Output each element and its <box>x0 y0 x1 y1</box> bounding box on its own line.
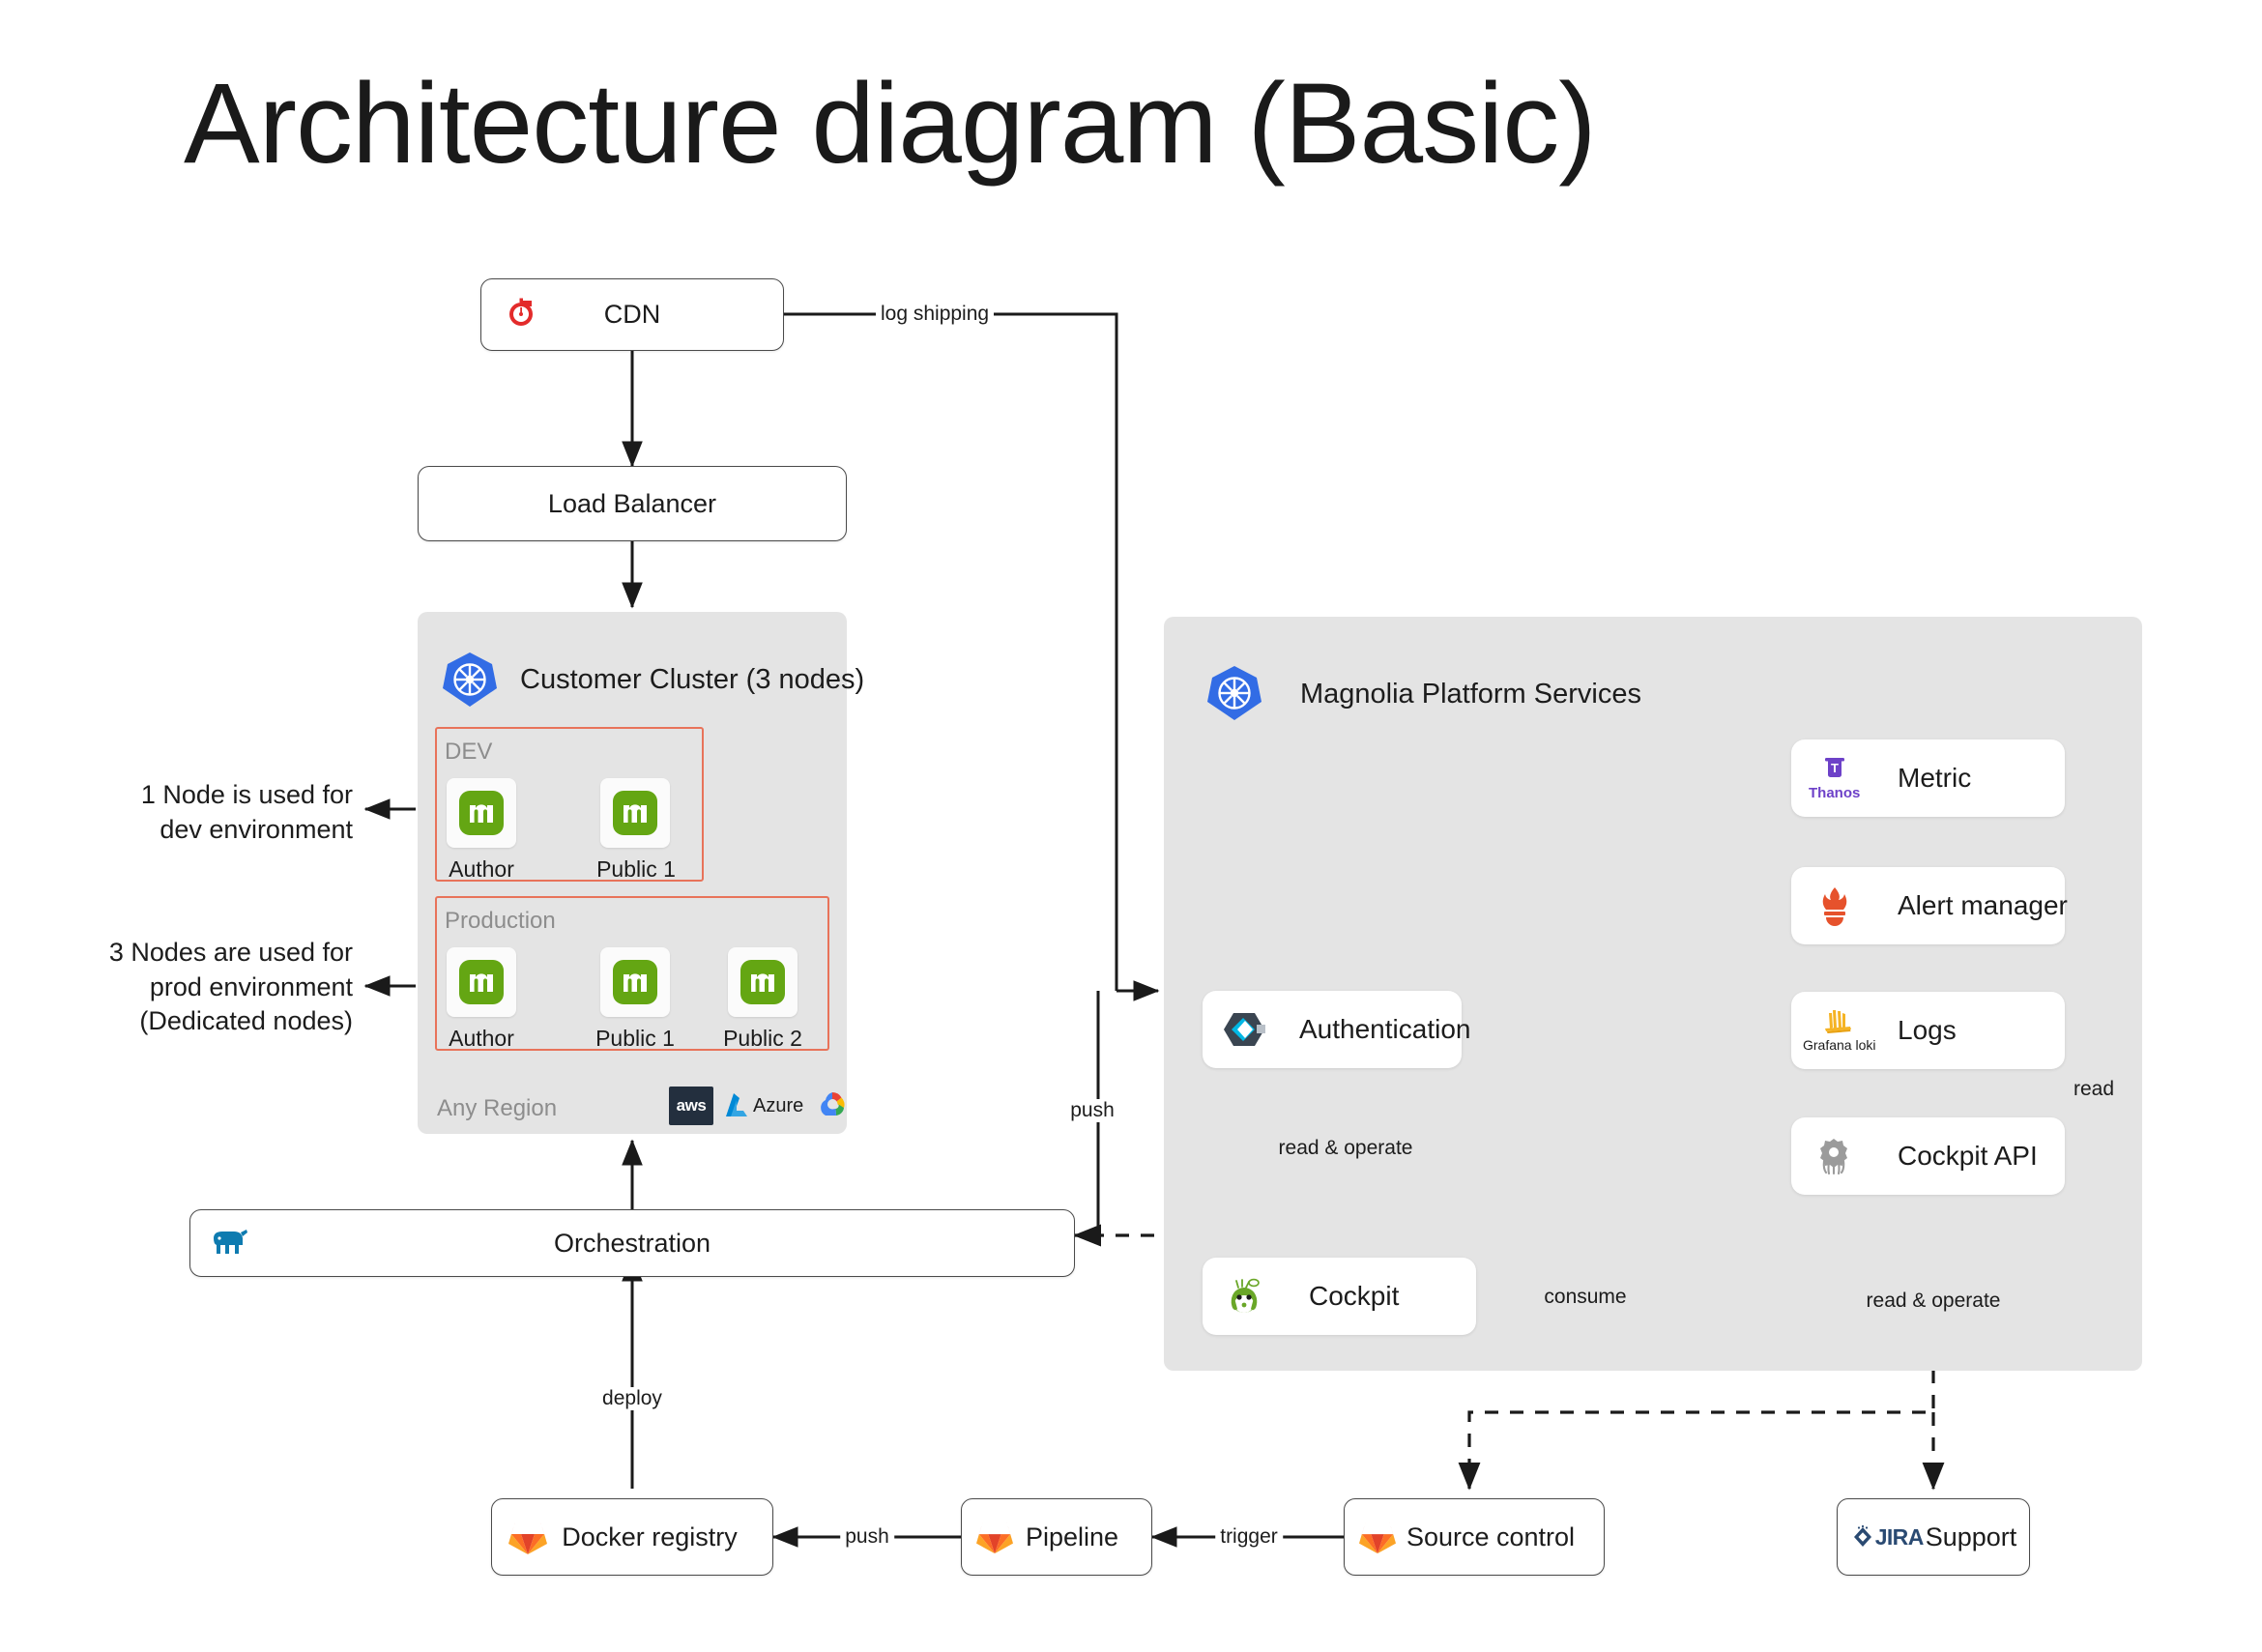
fastly-icon <box>501 295 541 335</box>
edge-label-read-operate-api: read & operate <box>1861 1290 2006 1313</box>
service-authentication[interactable]: Authentication <box>1203 991 1470 1068</box>
node-source-control-label: Source control <box>1406 1522 1576 1551</box>
magnolia-icon <box>613 791 657 835</box>
annotation-dev-nodes: 1 Node is used for dev environment <box>140 780 353 844</box>
service-metric-label: Metric <box>1898 763 1972 793</box>
cockpit-icon <box>1224 1275 1264 1318</box>
edge-label-push-registry: push <box>840 1525 894 1549</box>
cluster-node-dev-author[interactable] <box>447 778 516 848</box>
cockpit-api-icon <box>1812 1135 1855 1177</box>
magnolia-icon <box>613 960 657 1004</box>
magnolia-icon <box>740 960 785 1004</box>
node-support-label: Support <box>1925 1522 2017 1551</box>
cluster-node-prod-public1[interactable] <box>600 947 670 1017</box>
azure-label: Azure <box>753 1094 804 1116</box>
cloud-provider-logos: aws Azure <box>669 1087 851 1125</box>
annotation-prod-nodes: 3 Nodes are used for prod environment (D… <box>108 938 353 1036</box>
service-logs[interactable]: Grafana loki Logs <box>1791 992 2065 1069</box>
gitlab-icon <box>975 1519 1014 1555</box>
edge-label-log-shipping: log shipping <box>876 303 995 326</box>
node-orchestration-label: Orchestration <box>553 1228 711 1258</box>
thanos-icon: T Thanos <box>1809 755 1860 801</box>
node-load-balancer[interactable]: Load Balancer <box>418 466 847 541</box>
gitlab-icon <box>508 1518 548 1556</box>
edge-label-consume: consume <box>1539 1286 1632 1309</box>
authentication-icon <box>1222 1010 1268 1049</box>
edge-label-deploy: deploy <box>597 1387 667 1410</box>
kubernetes-icon-platform <box>1204 663 1264 728</box>
thanos-wordmark: Thanos <box>1809 785 1861 801</box>
prometheus-icon <box>1816 885 1853 926</box>
node-cdn[interactable]: CDN <box>480 278 784 351</box>
service-metric[interactable]: T Thanos Metric <box>1791 739 2065 817</box>
node-source-control[interactable]: Source control <box>1344 1498 1605 1576</box>
jira-icon: JIRA <box>1850 1524 1924 1551</box>
pulumi-elephant-icon <box>208 1227 250 1260</box>
gitlab-icon <box>1358 1519 1397 1555</box>
edge-label-read-operate-auth: read & operate <box>1273 1137 1418 1160</box>
svg-text:T: T <box>1831 761 1839 775</box>
aws-icon: aws <box>669 1087 713 1125</box>
service-authentication-label: Authentication <box>1299 1014 1471 1044</box>
magnolia-icon <box>459 960 504 1004</box>
node-docker-registry-label: Docker registry <box>562 1522 738 1551</box>
edge-label-read: read <box>2068 1078 2120 1101</box>
cluster-node-prod-public2-label: Public 2 <box>723 1026 802 1051</box>
magnolia-platform-title: Magnolia Platform Services <box>1300 679 1641 710</box>
loki-wordmark: Grafana loki <box>1803 1037 1876 1053</box>
service-cockpit-label: Cockpit <box>1309 1281 1400 1311</box>
edge-label-push-cdn: push <box>1065 1099 1119 1122</box>
node-load-balancer-label: Load Balancer <box>547 488 717 518</box>
cluster-node-dev-public1[interactable] <box>600 778 670 848</box>
edge-label-trigger: trigger <box>1215 1525 1283 1549</box>
subgroup-dev-title: DEV <box>445 739 493 765</box>
node-pipeline[interactable]: Pipeline <box>961 1498 1152 1576</box>
magnolia-icon <box>459 791 504 835</box>
cluster-node-dev-author-label: Author <box>449 856 514 882</box>
service-cockpit-api[interactable]: Cockpit API <box>1791 1117 2065 1195</box>
cluster-node-prod-author[interactable] <box>447 947 516 1017</box>
node-cdn-label: CDN <box>603 300 661 329</box>
node-support[interactable]: JIRA Support <box>1837 1498 2030 1576</box>
cluster-node-prod-public2[interactable] <box>728 947 798 1017</box>
any-region-label: Any Region <box>437 1095 558 1121</box>
subgroup-production-title: Production <box>445 908 556 934</box>
diagram-canvas: Architecture diagram (Basic) CDN Load Ba… <box>0 0 2262 1652</box>
azure-icon: Azure <box>724 1091 803 1120</box>
node-orchestration[interactable]: Orchestration <box>189 1209 1075 1277</box>
service-logs-label: Logs <box>1898 1015 1957 1045</box>
service-cockpit[interactable]: Cockpit <box>1203 1258 1476 1335</box>
service-alert-manager-label: Alert manager <box>1898 890 2068 920</box>
service-cockpit-api-label: Cockpit API <box>1898 1141 2038 1171</box>
grafana-loki-icon: Grafana loki <box>1803 1008 1875 1053</box>
node-docker-registry[interactable]: Docker registry <box>491 1498 773 1576</box>
cluster-node-prod-public1-label: Public 1 <box>595 1026 675 1051</box>
cluster-node-dev-public1-label: Public 1 <box>596 856 676 882</box>
aws-label: aws <box>676 1096 707 1115</box>
jira-wordmark: JIRA <box>1874 1523 1925 1550</box>
service-alert-manager[interactable]: Alert manager <box>1791 867 2068 944</box>
node-pipeline-label: Pipeline <box>1025 1522 1119 1551</box>
kubernetes-icon-cluster <box>440 650 500 714</box>
google-cloud-icon <box>814 1088 851 1124</box>
cluster-node-prod-author-label: Author <box>449 1026 514 1051</box>
customer-cluster-title: Customer Cluster (3 nodes) <box>520 664 865 695</box>
